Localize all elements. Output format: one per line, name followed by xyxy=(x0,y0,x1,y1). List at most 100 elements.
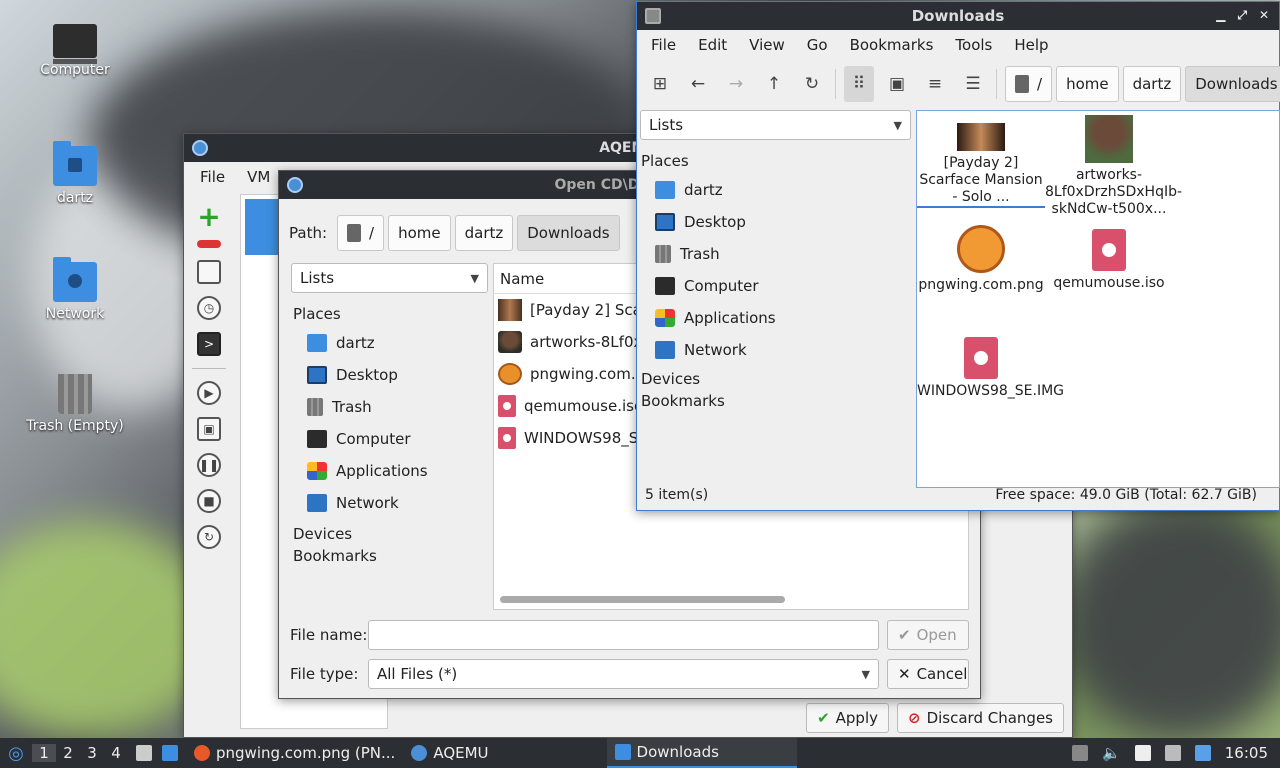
desktop-icon-computer[interactable]: Computer xyxy=(20,24,130,78)
terminal-icon[interactable]: > xyxy=(197,332,221,356)
open-button[interactable]: ✔ Open xyxy=(887,620,969,650)
volume-icon[interactable]: 🔈 xyxy=(1102,744,1121,762)
horizontal-scrollbar[interactable] xyxy=(500,596,785,603)
file-icon-view: [Payday 2] Scarface Mansion - Solo ... a… xyxy=(916,110,1280,488)
place-dartz[interactable]: dartz xyxy=(641,174,911,206)
discard-changes-button[interactable]: ⊘ Discard Changes xyxy=(897,703,1064,733)
place-trash[interactable]: Trash xyxy=(293,391,483,423)
place-desktop[interactable]: Desktop xyxy=(641,206,911,238)
menu-go[interactable]: Go xyxy=(799,32,836,58)
menu-help[interactable]: Help xyxy=(1006,32,1056,58)
task-firefox[interactable]: pngwing.com.png (PN... xyxy=(186,738,403,768)
menu-tools[interactable]: Tools xyxy=(947,32,1000,58)
file-item[interactable]: WINDOWS98_SE.IMG xyxy=(917,337,1065,400)
crumb-downloads[interactable]: Downloads xyxy=(517,215,620,251)
file-item[interactable]: artworks-8Lf0xDrzhSDxHqIb-skNdCw-t500x..… xyxy=(1045,115,1183,218)
place-applications[interactable]: Applications xyxy=(293,455,483,487)
stop-icon[interactable]: ■ xyxy=(197,489,221,513)
folder-icon xyxy=(614,744,631,760)
save-icon[interactable]: ▣ xyxy=(197,417,221,441)
updates-icon[interactable] xyxy=(1194,745,1211,761)
file-item[interactable]: [Payday 2] Scarface Mansion - Solo ... xyxy=(917,123,1045,208)
reset-icon[interactable]: ↻ xyxy=(197,525,221,549)
desktop-icon-home[interactable]: dartz xyxy=(20,141,130,206)
file-name: artworks-8Lf0xDrzhSDxHqIb-skNdCw-t500x..… xyxy=(1045,167,1183,217)
place-computer[interactable]: Computer xyxy=(641,270,911,302)
clipboard-icon[interactable] xyxy=(1134,745,1151,761)
workspace-3[interactable]: 3 xyxy=(80,744,104,762)
place-desktop[interactable]: Desktop xyxy=(293,359,483,391)
bookmarks-header[interactable]: Bookmarks xyxy=(641,392,911,410)
crumb-home[interactable]: home xyxy=(388,215,451,251)
up-icon[interactable]: ↑ xyxy=(759,66,789,102)
add-vm-icon[interactable]: + xyxy=(197,200,221,233)
menu-vm[interactable]: VM xyxy=(239,164,278,190)
menu-file[interactable]: File xyxy=(643,32,684,58)
back-icon[interactable]: ← xyxy=(683,66,713,102)
apply-button[interactable]: ✔ Apply xyxy=(806,703,889,733)
play-icon[interactable]: ▶ xyxy=(197,381,221,405)
devices-header[interactable]: Devices xyxy=(641,370,911,388)
place-network[interactable]: Network xyxy=(293,487,483,519)
menu-file[interactable]: File xyxy=(192,164,233,190)
disk-icon xyxy=(1015,75,1029,93)
clock[interactable]: 16:05 xyxy=(1225,744,1268,762)
crumb-root[interactable]: / xyxy=(1005,66,1053,102)
minimize-icon[interactable]: ▁ xyxy=(1216,8,1225,23)
crumb-dartz[interactable]: dartz xyxy=(454,215,514,251)
close-icon: ✕ xyxy=(898,665,911,683)
crumb-downloads[interactable]: Downloads xyxy=(1185,66,1280,102)
file-item[interactable]: qemumouse.iso xyxy=(1045,229,1173,292)
file-manager-launcher-icon[interactable] xyxy=(136,745,152,761)
desktop-icon-trash[interactable]: Trash (Empty) xyxy=(20,374,130,434)
task-aqemu[interactable]: AQEMU xyxy=(403,738,496,768)
tray-arrow-icon[interactable] xyxy=(1072,745,1089,761)
close-icon[interactable]: ✕ xyxy=(1259,8,1269,23)
forward-icon[interactable]: → xyxy=(721,66,751,102)
place-applications[interactable]: Applications xyxy=(641,302,911,334)
detailed-list-icon[interactable]: ☰ xyxy=(958,66,988,102)
place-network[interactable]: Network xyxy=(641,334,911,366)
file-name-label: File name: xyxy=(290,626,368,644)
bookmarks-header[interactable]: Bookmarks xyxy=(293,547,483,565)
remove-vm-icon[interactable] xyxy=(197,240,221,248)
clock-icon[interactable]: ◷ xyxy=(197,296,221,320)
menu-bookmarks[interactable]: Bookmarks xyxy=(842,32,942,58)
crumb-home[interactable]: home xyxy=(1056,66,1119,102)
place-trash[interactable]: Trash xyxy=(641,238,911,270)
show-desktop-icon[interactable] xyxy=(162,745,178,761)
file-name: pngwing.com.png xyxy=(918,277,1044,293)
check-icon: ✔ xyxy=(898,626,911,644)
workspace-2[interactable]: 2 xyxy=(56,744,80,762)
crumb-dartz[interactable]: dartz xyxy=(1122,66,1182,102)
devices-header[interactable]: Devices xyxy=(293,525,483,543)
file-type-select[interactable]: All Files (*) ▼ xyxy=(368,659,879,689)
place-dartz[interactable]: dartz xyxy=(293,327,483,359)
place-computer[interactable]: Computer xyxy=(293,423,483,455)
reload-icon[interactable]: ↻ xyxy=(797,66,827,102)
crumb-root[interactable]: / xyxy=(337,215,385,251)
maximize-icon[interactable]: ⤢ xyxy=(1237,8,1247,23)
network-status-icon[interactable] xyxy=(1164,745,1181,761)
drive-icon[interactable] xyxy=(197,260,221,284)
file-item[interactable]: pngwing.com.png xyxy=(917,225,1045,294)
side-pane-mode-select[interactable]: Lists ▼ xyxy=(291,263,488,293)
side-pane-mode-select[interactable]: Lists ▼ xyxy=(640,110,911,140)
file-name: WINDOWS98_SE.IMG xyxy=(917,383,1065,399)
compact-view-icon[interactable]: ≡ xyxy=(920,66,950,102)
file-name: qemumouse.iso xyxy=(1053,275,1165,291)
desktop-icon-network[interactable]: Network xyxy=(20,257,130,322)
workspace-4[interactable]: 4 xyxy=(104,744,128,762)
cancel-button[interactable]: ✕ Cancel xyxy=(887,659,969,689)
file-name-input[interactable] xyxy=(368,620,879,650)
menu-view[interactable]: View xyxy=(741,32,793,58)
menu-edit[interactable]: Edit xyxy=(690,32,735,58)
pause-icon[interactable]: ❚❚ xyxy=(197,453,221,477)
task-downloads[interactable]: Downloads xyxy=(606,738,797,768)
thumbnail-view-icon[interactable]: ▣ xyxy=(882,66,912,102)
new-tab-icon[interactable]: ⊞ xyxy=(645,66,675,102)
icon-view-icon[interactable]: ⠿ xyxy=(844,66,874,102)
start-menu-icon[interactable]: ◎ xyxy=(0,743,32,764)
workspace-1[interactable]: 1 xyxy=(32,744,56,762)
file-manager-titlebar[interactable]: Downloads ▁ ⤢ ✕ xyxy=(637,2,1279,30)
